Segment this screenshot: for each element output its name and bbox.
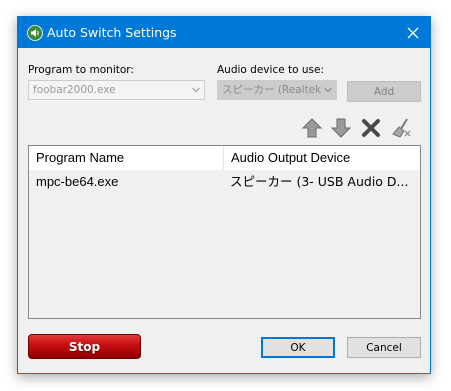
column-header-program[interactable]: Program Name — [29, 146, 224, 170]
program-label: Program to monitor: — [28, 64, 134, 76]
cancel-button[interactable]: Cancel — [347, 337, 421, 358]
chevron-down-icon — [192, 87, 200, 93]
program-list[interactable]: Program Name Audio Output Device mpc-be6… — [28, 145, 421, 319]
clear-broom-icon[interactable] — [390, 117, 412, 139]
title-bar[interactable]: Auto Switch Settings — [18, 17, 430, 48]
stop-button[interactable]: Stop — [28, 334, 141, 359]
add-button[interactable]: Add — [347, 81, 421, 102]
row-program-cell: mpc-be64.exe — [36, 174, 119, 189]
column-header-device[interactable]: Audio Output Device — [224, 146, 420, 170]
dialog-window: Auto Switch Settings Program to monitor:… — [17, 16, 431, 374]
row-device-cell: スピーカー (3- USB Audio D... — [230, 174, 409, 189]
move-up-icon[interactable] — [301, 117, 323, 139]
program-combobox[interactable]: foobar2000.exe — [28, 80, 205, 100]
chevron-down-icon — [324, 87, 332, 93]
ok-button[interactable]: OK — [261, 337, 335, 358]
close-icon — [407, 27, 419, 39]
device-combobox[interactable]: スピーカー (Realtek H — [217, 80, 337, 100]
table-row[interactable]: mpc-be64.exe スピーカー (3- USB Audio D... — [29, 171, 420, 193]
speaker-app-icon — [27, 25, 43, 41]
list-header: Program Name Audio Output Device — [29, 146, 420, 170]
window-title: Auto Switch Settings — [47, 25, 177, 40]
device-label: Audio device to use: — [217, 64, 325, 76]
move-down-icon[interactable] — [330, 117, 352, 139]
program-value: foobar2000.exe — [33, 84, 116, 96]
device-value: スピーカー (Realtek H — [222, 84, 322, 96]
close-button[interactable] — [402, 22, 424, 44]
delete-icon[interactable] — [360, 117, 382, 139]
